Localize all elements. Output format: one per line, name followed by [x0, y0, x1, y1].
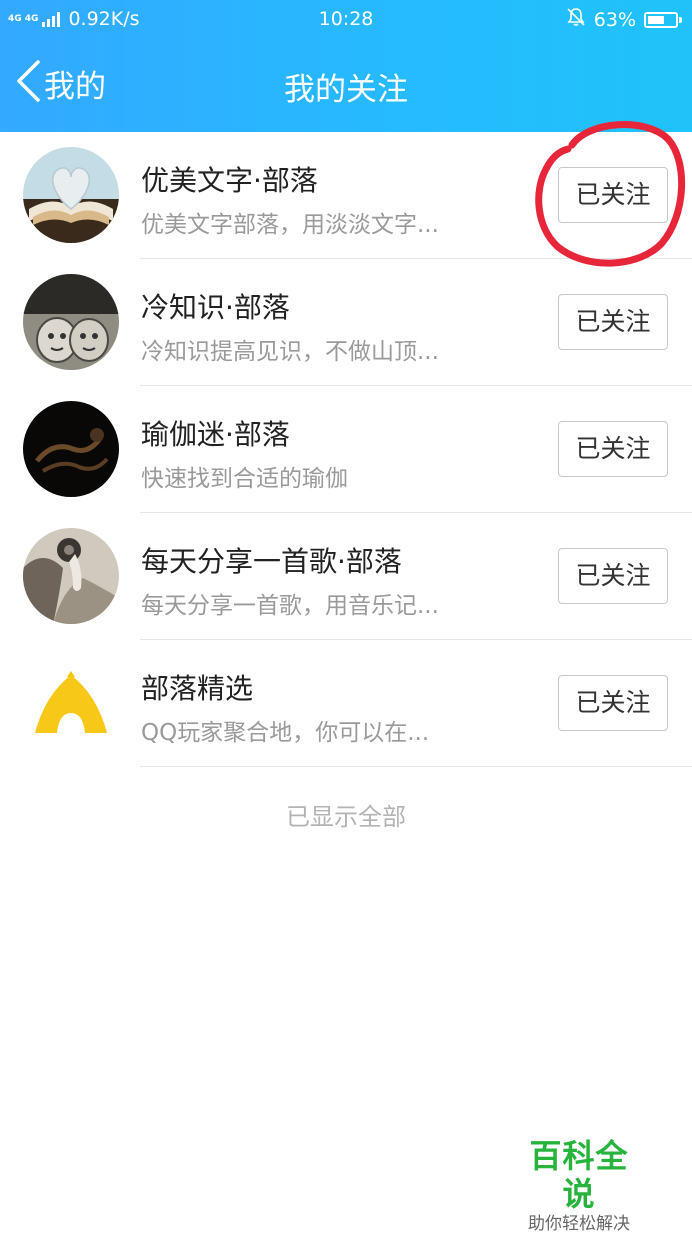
all-loaded-note: 已显示全部	[286, 803, 406, 831]
followed-button[interactable]: 已关注	[558, 548, 668, 604]
watermark: 百科全说 助你轻松解决	[514, 1137, 644, 1235]
list-item[interactable]: 每天分享一首歌·部落 每天分享一首歌，用音乐记... 已关注	[0, 513, 692, 640]
list-item[interactable]: 瑜伽迷·部落 快速找到合适的瑜伽 已关注	[0, 386, 692, 513]
tent-logo-icon	[23, 655, 119, 751]
list-item-desc: 优美文字部落，用淡淡文字...	[141, 212, 439, 238]
battery-icon	[644, 11, 682, 28]
header-bar: 4G 4G 0.92K/s 10:28 63% 我的 我的关注	[0, 0, 692, 132]
list-item-desc: 冷知识提高见识，不做山顶...	[141, 339, 439, 365]
avatar	[23, 401, 119, 497]
followed-tribes-list: 优美文字·部落 优美文字部落，用淡淡文字... 已关注 冷知识·部落 冷知识提高…	[0, 132, 692, 767]
list-item-title: 冷知识·部落	[141, 291, 290, 324]
followed-button[interactable]: 已关注	[558, 294, 668, 350]
battery-fill	[648, 15, 664, 24]
watermark-title: 百科全说	[529, 1137, 629, 1213]
avatar	[23, 274, 119, 370]
divider	[140, 766, 692, 767]
battery-percent: 63%	[593, 8, 636, 31]
list-item-desc: QQ玩家聚合地，你可以在...	[141, 720, 430, 746]
status-bar: 4G 4G 0.92K/s 10:28 63%	[0, 0, 692, 38]
avatar	[23, 147, 119, 243]
status-right: 63%	[566, 7, 682, 32]
followed-button[interactable]: 已关注	[558, 675, 668, 731]
list-item-title: 部落精选	[141, 672, 254, 705]
list-item-desc: 快速找到合适的瑜伽	[141, 466, 348, 492]
page-title: 我的关注	[284, 72, 408, 108]
list-item-desc: 每天分享一首歌，用音乐记...	[141, 593, 439, 619]
list-item-title: 瑜伽迷·部落	[141, 418, 290, 451]
list-item[interactable]: 部落精选 QQ玩家聚合地，你可以在... 已关注	[0, 640, 692, 767]
list-item-title: 每天分享一首歌·部落	[141, 545, 402, 578]
followed-button[interactable]: 已关注	[558, 167, 668, 223]
avatar	[23, 528, 119, 624]
followed-button[interactable]: 已关注	[558, 421, 668, 477]
list-item[interactable]: 冷知识·部落 冷知识提高见识，不做山顶... 已关注	[0, 259, 692, 386]
watermark-subtitle: 助你轻松解决	[528, 1214, 630, 1234]
list-item-title: 优美文字·部落	[141, 164, 318, 197]
bell-off-icon	[566, 7, 586, 32]
list-item[interactable]: 优美文字·部落 优美文字部落，用淡淡文字... 已关注	[0, 132, 692, 259]
